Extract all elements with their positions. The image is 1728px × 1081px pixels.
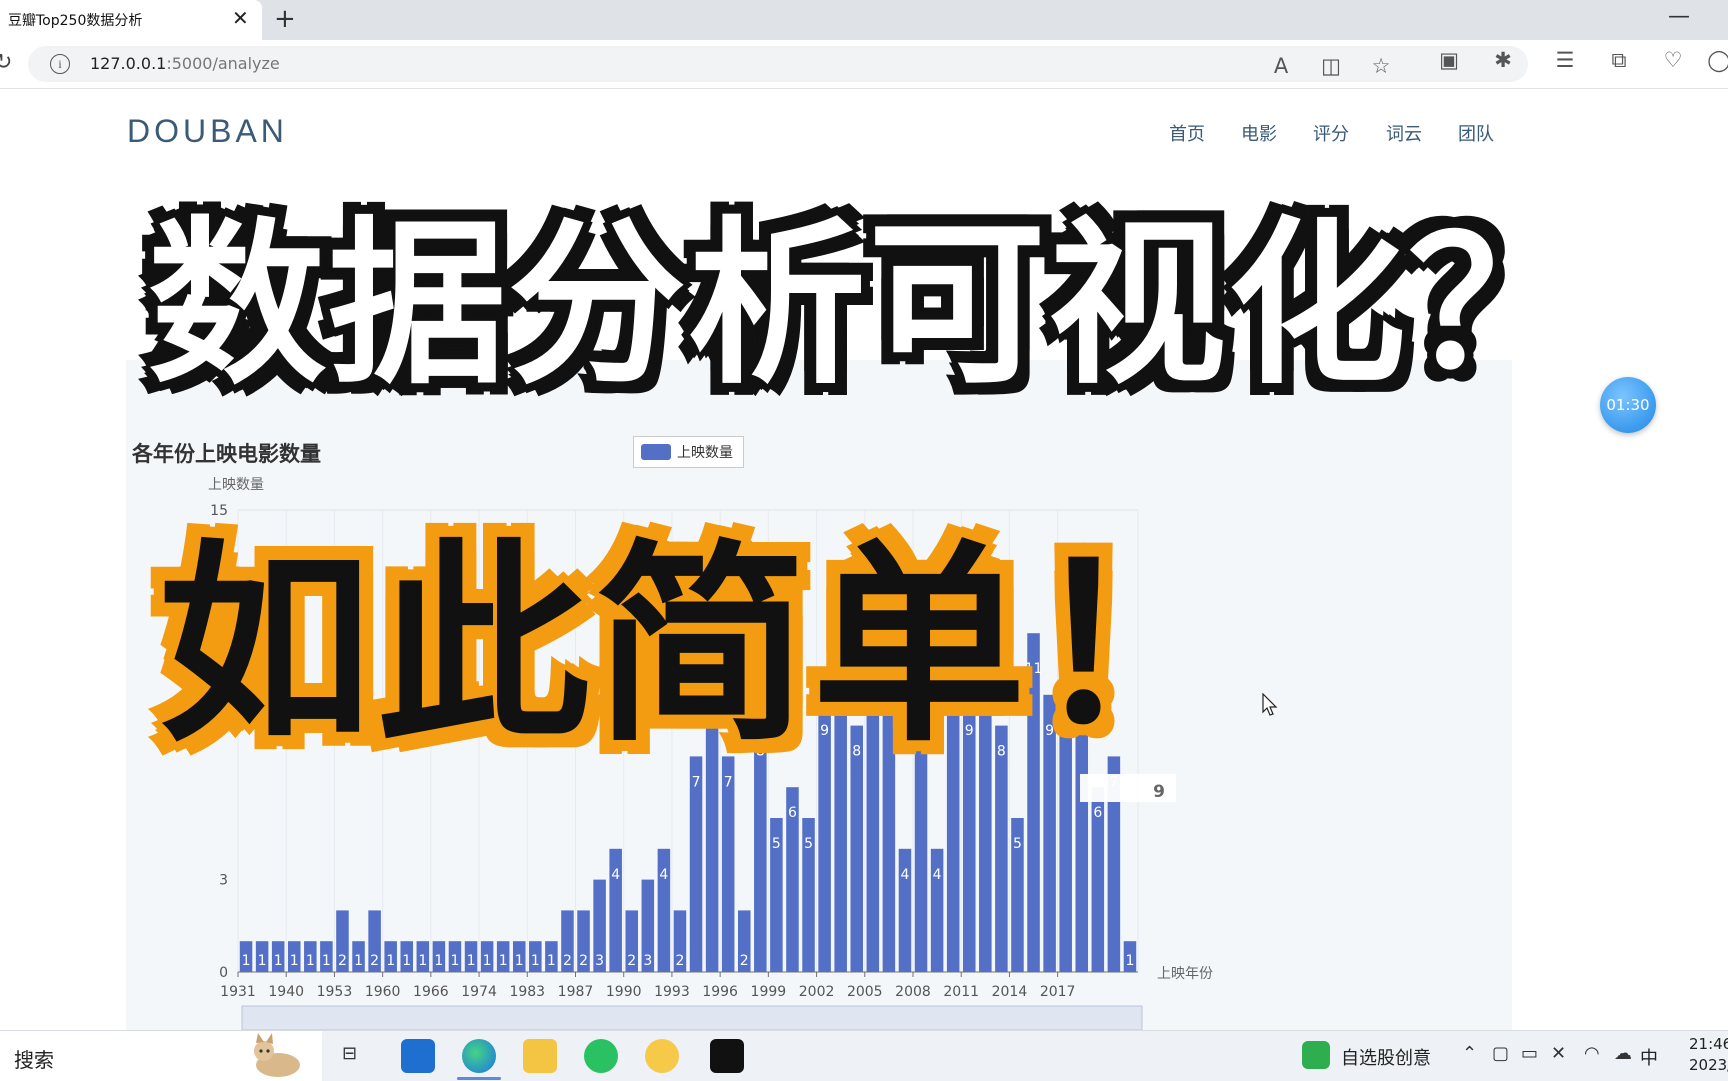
bar-value-label: 5 (1013, 836, 1022, 852)
x-tick-label: 1987 (558, 984, 594, 1000)
ime-indicator[interactable]: 中 (1640, 1044, 1658, 1070)
y-tick-label: 3 (219, 873, 228, 889)
x-tick-label: 1940 (268, 984, 304, 1000)
clock-time: 21:46 (1689, 1035, 1728, 1053)
bar-value-label: 1 (531, 953, 540, 969)
bar-value-label: 4 (901, 867, 910, 883)
edge-browser-icon[interactable] (462, 1039, 496, 1073)
chevron-up-icon[interactable]: ⌃ (1462, 1043, 1477, 1064)
clock-date: 2023/6 (1689, 1056, 1728, 1074)
x-tick-label: 1996 (702, 984, 738, 1000)
bar-value-label: 1 (322, 953, 331, 969)
bar-value-label: 1 (386, 953, 395, 969)
bar-value-label: 2 (627, 953, 636, 969)
bar-value-label: 3 (595, 953, 604, 969)
y-tick-label: 15 (210, 503, 228, 519)
bar-value-label: 6 (788, 805, 797, 821)
bar-value-label: 2 (563, 953, 572, 969)
bar-value-label: 1 (451, 953, 460, 969)
stock-app-icon[interactable] (1302, 1041, 1330, 1069)
bar-value-label: 2 (740, 953, 749, 969)
bar-value-label: 7 (724, 774, 733, 790)
x-tick-label: 2002 (799, 984, 835, 1000)
bar-value-label: 5 (804, 836, 813, 852)
x-tick-label: 2011 (943, 984, 979, 1000)
battery-icon[interactable]: ▭ (1521, 1043, 1538, 1064)
system-clock[interactable]: 21:46 2023/6 (1689, 1034, 1728, 1076)
x-tick-label: 2008 (895, 984, 931, 1000)
stock-widget-text[interactable]: 自选股创意 (1341, 1044, 1431, 1070)
search-label: 搜索 (14, 1048, 54, 1072)
caption-line-2: 如此简单！ (158, 522, 1248, 771)
bar-value-label: 1 (1126, 953, 1135, 969)
x-tick-label: 2017 (1040, 984, 1076, 1000)
bar-value-label: 1 (402, 953, 411, 969)
bar-value-label: 2 (676, 953, 685, 969)
mouse-cursor-icon (1262, 693, 1278, 716)
pycharm-icon[interactable] (710, 1039, 744, 1073)
bar-value-label: 1 (515, 953, 524, 969)
caption-line-1: 数据分析可视化？ (148, 201, 1588, 408)
bar-value-label: 1 (483, 953, 492, 969)
wifi-icon[interactable]: ◠ (1584, 1043, 1600, 1064)
timer-badge: 01:30 (1600, 377, 1656, 433)
datazoom-slider[interactable] (241, 1005, 1143, 1031)
x-tick-label: 1993 (654, 984, 690, 1000)
bar-value-label: 1 (467, 953, 476, 969)
bar-value-label: 4 (933, 867, 942, 883)
chick-app-icon[interactable] (645, 1039, 679, 1073)
x-tick-label: 1974 (461, 984, 497, 1000)
x-tick-label: 1990 (606, 984, 642, 1000)
bar-value-label: 1 (274, 953, 283, 969)
bar-value-label: 4 (659, 867, 668, 883)
bar-value-label: 1 (306, 953, 315, 969)
taskbar-search[interactable]: 搜索 (0, 1031, 322, 1081)
y-axis-label: 上映数量 (208, 477, 264, 493)
bar-value-label: 1 (242, 953, 251, 969)
bar-value-label: 1 (547, 953, 556, 969)
mail-app-icon[interactable] (401, 1039, 435, 1073)
tooltip-value: 9 (1153, 782, 1165, 802)
bar-value-label: 5 (772, 836, 781, 852)
task-view-icon[interactable]: ⊟ (342, 1043, 357, 1064)
x-axis-label: 上映年份 (1157, 966, 1213, 982)
cat-illustration-icon (254, 1033, 300, 1077)
bar-value-label: 6 (1093, 805, 1102, 821)
bar-value-label: 4 (611, 867, 620, 883)
bar-value-label: 7 (692, 774, 701, 790)
bar-value-label: 2 (579, 953, 588, 969)
x-tick-label: 2005 (847, 984, 883, 1000)
wechat-icon[interactable] (584, 1039, 618, 1073)
x-tick-label: 1953 (317, 984, 353, 1000)
x-tick-label: 1931 (220, 984, 256, 1000)
volume-muted-icon[interactable]: ✕ (1551, 1043, 1566, 1064)
bar-value-label: 1 (354, 953, 363, 969)
taskbar: 搜索 ⊟ 自选股创意 ⌃ ▢ ▭ ✕ ◠ ☁ 中 21:46 2023/6 (0, 1030, 1728, 1081)
x-tick-label: 1966 (413, 984, 449, 1000)
bar-value-label: 1 (418, 953, 427, 969)
x-tick-label: 1983 (509, 984, 545, 1000)
bar-value-label: 1 (290, 953, 299, 969)
x-tick-label: 2014 (992, 984, 1028, 1000)
bar-value-label: 2 (338, 953, 347, 969)
monitor-icon[interactable]: ▢ (1492, 1043, 1509, 1064)
bar-value-label: 1 (434, 953, 443, 969)
file-explorer-icon[interactable] (523, 1039, 557, 1073)
x-tick-label: 1960 (365, 984, 401, 1000)
bar-value-label: 1 (258, 953, 267, 969)
bar-value-label: 3 (643, 953, 652, 969)
bar-value-label: 1 (499, 953, 508, 969)
cloud-icon[interactable]: ☁ (1614, 1043, 1632, 1064)
bar-value-label: 2 (370, 953, 379, 969)
y-tick-label: 0 (219, 965, 228, 981)
x-tick-label: 1999 (751, 984, 787, 1000)
